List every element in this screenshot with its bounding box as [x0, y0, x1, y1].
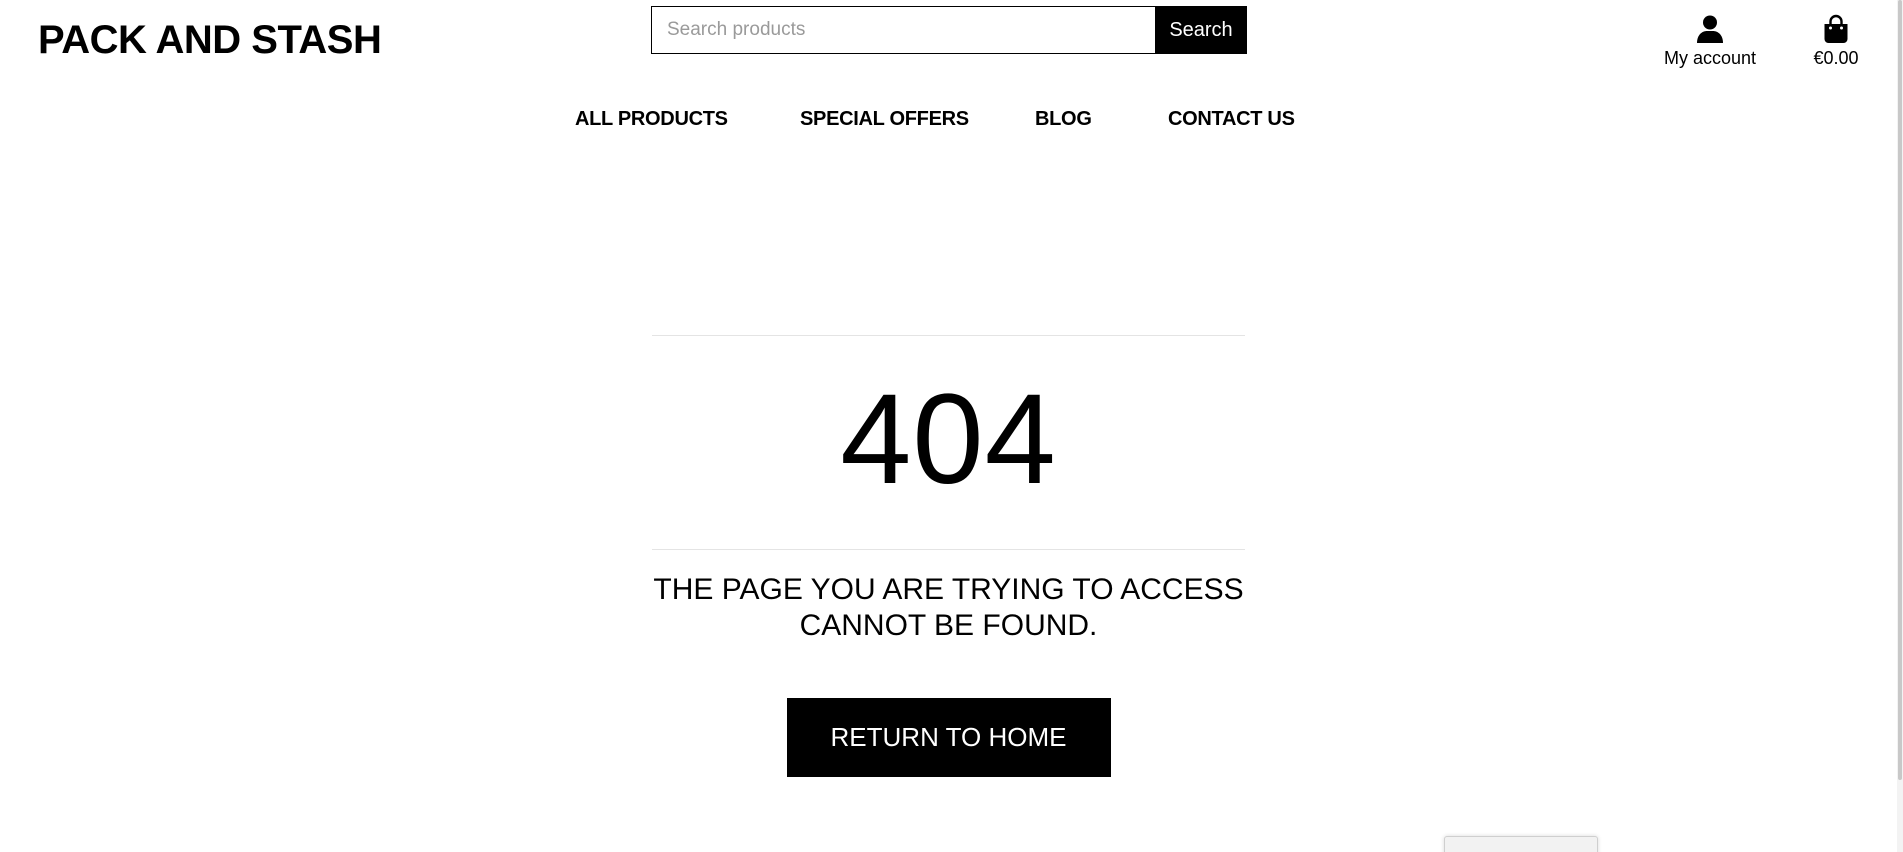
top-divider: [652, 335, 1245, 336]
my-account-link[interactable]: My account: [1661, 14, 1759, 68]
site-logo[interactable]: PACK AND STASH: [38, 18, 382, 62]
scrollbar-thumb[interactable]: [1898, 0, 1902, 780]
my-account-label: My account: [1663, 48, 1757, 68]
nav-special-offers[interactable]: SPECIAL OFFERS: [800, 106, 969, 132]
search-input[interactable]: [651, 6, 1155, 54]
nav-contact-us[interactable]: CONTACT US: [1168, 106, 1295, 132]
return-home-button[interactable]: RETURN TO HOME: [786, 698, 1111, 777]
cart-total: €0.00: [1813, 48, 1859, 68]
search-button[interactable]: Search: [1155, 6, 1247, 54]
cart-link[interactable]: €0.00: [1808, 14, 1864, 68]
main-nav: ALL PRODUCTS SPECIAL OFFERS BLOG CONTACT…: [0, 106, 1903, 132]
user-icon: [1697, 15, 1723, 43]
nav-blog[interactable]: BLOG: [1035, 106, 1092, 132]
search-form: Search: [651, 6, 1247, 54]
shopping-bag-icon: [1824, 14, 1848, 43]
bottom-divider: [652, 549, 1245, 550]
nav-all-products[interactable]: ALL PRODUCTS: [575, 106, 728, 132]
error-message: THE PAGE YOU ARE TRYING TO ACCESS CANNOT…: [653, 573, 1244, 642]
corner-widget[interactable]: [1444, 836, 1598, 852]
scrollbar-track[interactable]: [1897, 0, 1903, 852]
error-content: 404 THE PAGE YOU ARE TRYING TO ACCESS CA…: [652, 335, 1245, 777]
error-code: 404: [840, 368, 1057, 511]
page: PACK AND STASH Search My account €0.00 A…: [0, 0, 1903, 852]
